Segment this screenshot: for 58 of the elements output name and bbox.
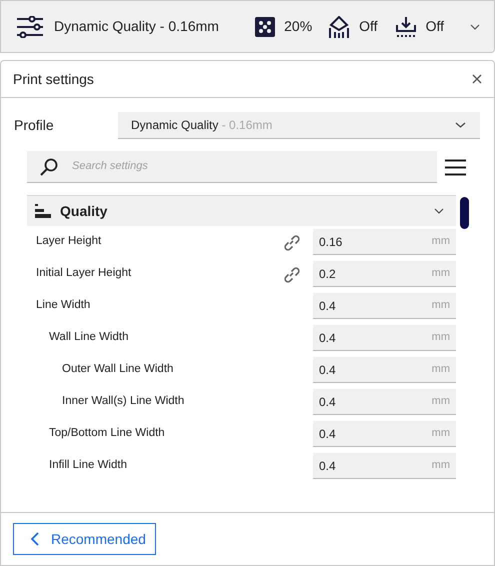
scrollbar-thumb[interactable] [460, 197, 468, 229]
setting-value: 0.4 [319, 394, 337, 410]
setting-value: 0.16 [319, 234, 344, 250]
setting-field[interactable]: 0.4 mm [313, 453, 456, 479]
recommended-button[interactable]: Recommended [13, 523, 156, 555]
chevron-down-icon[interactable] [470, 24, 480, 30]
unit-label: mm [432, 426, 450, 442]
search-input[interactable]: Search settings [72, 158, 437, 175]
unit-label: mm [432, 330, 450, 346]
chevron-down-icon [455, 122, 466, 128]
support-icon [328, 16, 350, 38]
setting-field[interactable]: 0.4 mm [313, 293, 456, 319]
profile-name: Dynamic Quality - 0.16mm [131, 117, 274, 134]
profile-dropdown[interactable]: Dynamic Quality - 0.16mm [118, 112, 480, 139]
search-icon [40, 158, 58, 176]
setting-label: Wall Line Width [49, 330, 130, 346]
setting-label: Outer Wall Line Width [62, 362, 174, 378]
setting-label: Line Width [36, 298, 92, 314]
chevron-down-icon [434, 206, 444, 216]
setting-field[interactable]: 0.2 mm [313, 261, 456, 287]
unit-label: mm [432, 266, 450, 282]
close-icon[interactable] [472, 74, 482, 84]
category-label: Quality [60, 202, 108, 221]
unit-label: mm [432, 362, 450, 378]
setting-value: 0.4 [319, 330, 337, 346]
adhesion-icon [396, 16, 416, 38]
setting-value: 0.4 [319, 426, 337, 442]
category-header[interactable]: Quality [27, 195, 456, 226]
sliders-icon [17, 16, 43, 38]
menu-icon[interactable] [445, 158, 466, 176]
unit-label: mm [432, 234, 450, 250]
unit-label: mm [432, 298, 450, 314]
setting-field[interactable]: 0.4 mm [313, 421, 456, 447]
unit-label: mm [432, 394, 450, 410]
search-field[interactable]: Search settings [27, 151, 437, 183]
setting-field[interactable]: 0.16 mm [313, 229, 456, 255]
setting-value: 0.2 [319, 266, 337, 282]
setting-field[interactable]: 0.4 mm [313, 389, 456, 415]
unit-label: mm [432, 458, 450, 474]
setting-field[interactable]: 0.4 mm [313, 325, 456, 351]
setting-label: Inner Wall(s) Line Width [62, 394, 186, 410]
panel-title: Print settings [13, 70, 95, 89]
setting-label: Infill Line Width [49, 458, 128, 474]
quality-icon [35, 204, 51, 218]
setting-value: 0.4 [319, 298, 337, 314]
setting-label: Top/Bottom Line Width [49, 426, 166, 442]
adhesion-value: Off [426, 17, 444, 36]
support-value: Off [359, 17, 378, 36]
profile-summary[interactable]: Dynamic Quality - 0.16mm [54, 16, 219, 37]
setting-value: 0.4 [319, 458, 337, 474]
infill-icon [255, 16, 276, 36]
setting-label: Layer Height [36, 234, 102, 250]
setting-value: 0.4 [319, 362, 337, 378]
profile-label: Profile [14, 116, 55, 135]
chevron-left-icon [31, 532, 39, 546]
infill-value: 20% [284, 17, 312, 36]
setting-label: Initial Layer Height [36, 266, 132, 282]
setting-field[interactable]: 0.4 mm [313, 357, 456, 383]
